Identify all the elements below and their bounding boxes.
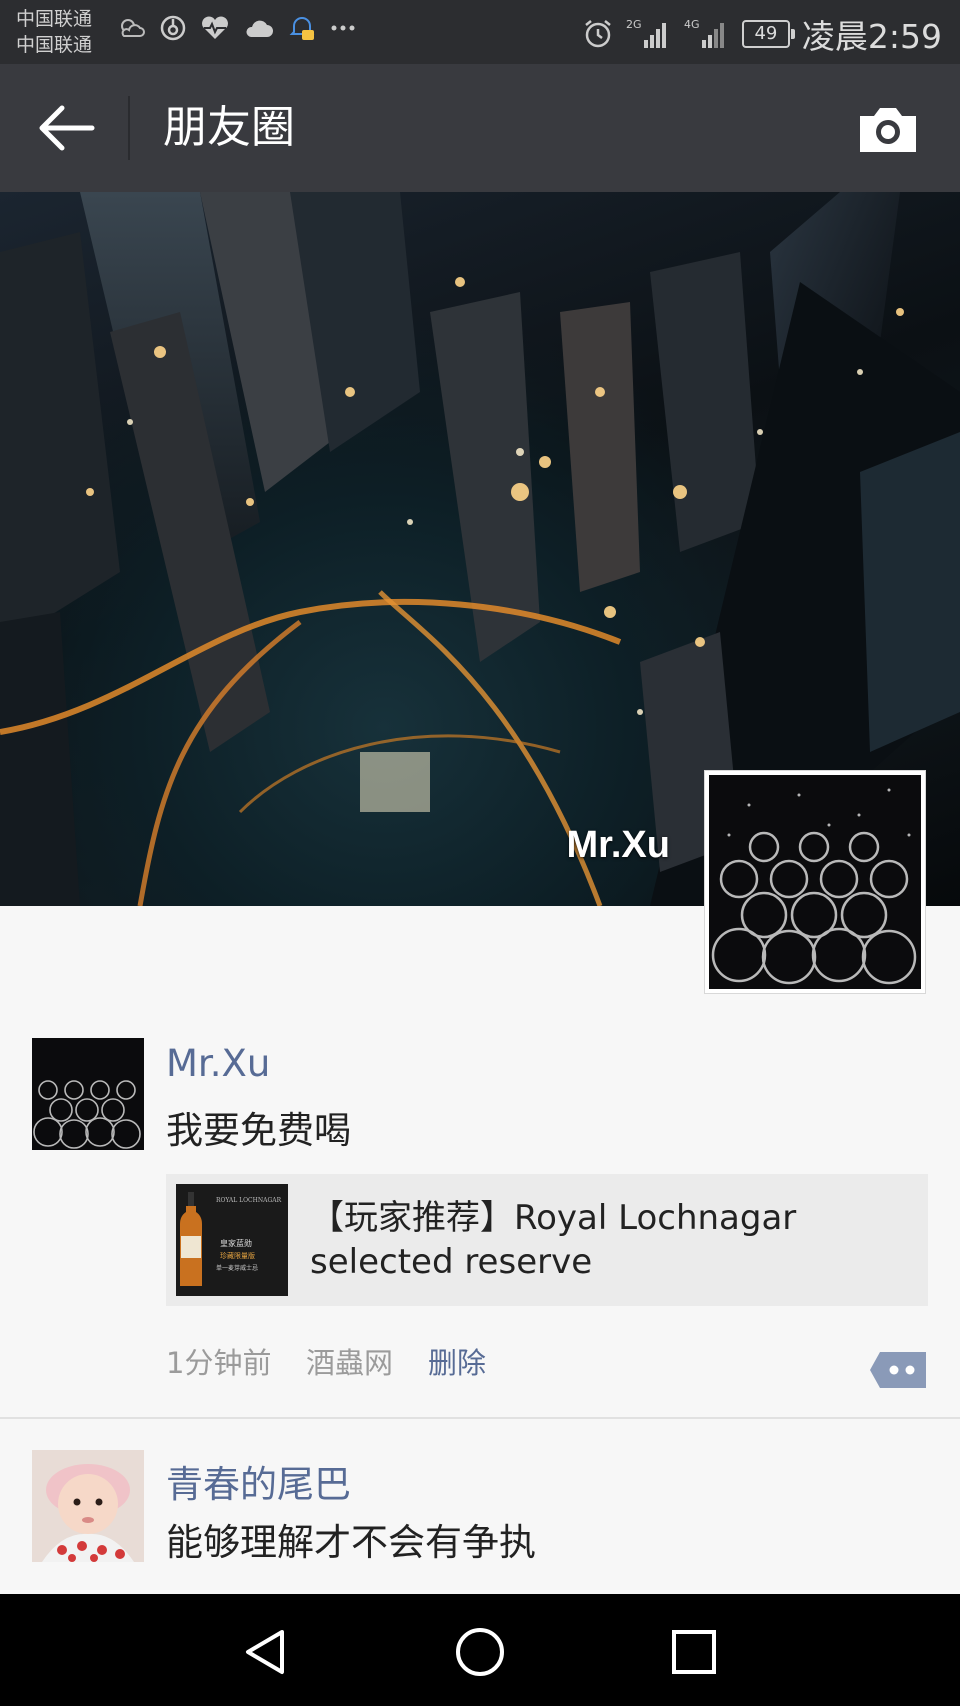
notification-icons: [118, 14, 356, 42]
header-divider: [128, 96, 130, 160]
alarm-icon: [585, 20, 611, 48]
link-thumbnail: ROYAL LOCHNAGAR 皇家蓝勋 珍藏限量版 单一麦芽威士忌: [176, 1184, 288, 1296]
more-icon: [331, 25, 355, 31]
status-bar: 中国联通 中国联通 2G 4G 49 凌晨2:59: [0, 0, 960, 64]
battery-icon: 49: [741, 20, 795, 48]
recents-square-icon[interactable]: [666, 1624, 722, 1680]
avatar-glasses-image: [709, 775, 921, 989]
system-nav-bar: [0, 1594, 960, 1706]
app-header: 朋友圈: [0, 64, 960, 192]
avatar[interactable]: [32, 1038, 144, 1150]
avatar[interactable]: [32, 1450, 144, 1562]
thumb-brand: ROYAL LOCHNAGAR: [216, 1197, 282, 1204]
thumb-text-3: 珍藏限量版: [220, 1251, 255, 1260]
post-source[interactable]: 酒蟲网: [306, 1340, 393, 1382]
divider: [0, 1417, 960, 1419]
comment-icon[interactable]: [868, 1350, 928, 1390]
avatar-baby-image: [32, 1450, 144, 1562]
post-author-name[interactable]: 青春的尾巴: [166, 1454, 351, 1508]
link-title: 【玩家推荐】Royal Lochnagar selected reserve: [310, 1198, 797, 1282]
alipay-icon: [160, 15, 186, 41]
svg-text:2G: 2G: [626, 18, 642, 31]
cloud-icon: [246, 20, 273, 37]
carrier-2: 中国联通: [16, 34, 93, 56]
whisky-bottle-image: ROYAL LOCHNAGAR 皇家蓝勋 珍藏限量版 单一麦芽威士忌: [176, 1184, 288, 1296]
avatar-glasses-image: [32, 1038, 144, 1150]
arrow-left-icon[interactable]: [36, 102, 96, 154]
status-right: 2G 4G 49 凌晨2:59: [582, 10, 942, 58]
camera-icon[interactable]: [856, 104, 920, 154]
signal-icon-2: 4G: [684, 18, 724, 48]
thumb-text-2: 皇家蓝勋: [220, 1238, 252, 1248]
heart-rate-icon: [202, 16, 228, 39]
shared-link-card[interactable]: ROYAL LOCHNAGAR 皇家蓝勋 珍藏限量版 单一麦芽威士忌 【玩家推荐…: [166, 1174, 928, 1306]
weather-icon: [121, 19, 145, 37]
clock: 凌晨2:59: [801, 17, 942, 56]
carrier-1: 中国联通: [16, 8, 93, 30]
cover-username: Mr.Xu: [566, 824, 670, 866]
home-circle-icon[interactable]: [452, 1624, 508, 1680]
post-time: 1分钟前: [166, 1346, 272, 1380]
signal-icon: 2G: [626, 18, 666, 48]
page-title: 朋友圈: [163, 102, 295, 153]
thumb-text-4: 单一麦芽威士忌: [216, 1264, 258, 1272]
back-triangle-icon[interactable]: [238, 1624, 294, 1680]
delete-button[interactable]: 删除: [428, 1340, 486, 1382]
svg-text:4G: 4G: [684, 18, 700, 31]
profile-avatar[interactable]: [704, 770, 926, 994]
post-text: 能够理解才不会有争执: [166, 1521, 536, 1564]
post-text: 我要免费喝: [166, 1109, 351, 1152]
notification-icon: [289, 17, 315, 40]
carrier-labels: 中国联通 中国联通: [16, 6, 92, 58]
post-author-name[interactable]: Mr.Xu: [166, 1042, 270, 1085]
